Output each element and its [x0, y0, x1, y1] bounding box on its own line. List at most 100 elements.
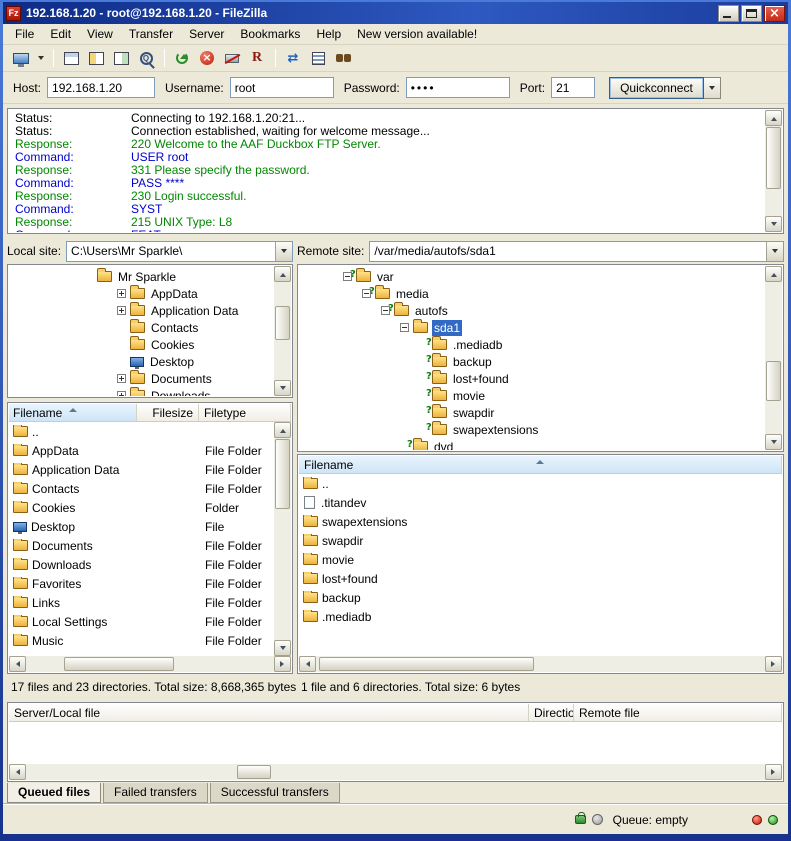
- expand-icon[interactable]: [117, 306, 126, 315]
- local-site-combo[interactable]: C:\Users\Mr Sparkle\: [66, 241, 293, 262]
- collapse-icon[interactable]: [400, 323, 409, 332]
- tree-item[interactable]: movie: [299, 387, 765, 404]
- menu-new-version[interactable]: New version available!: [349, 24, 485, 44]
- file-row[interactable]: DownloadsFile Folder: [9, 555, 274, 574]
- scrollbar-thumb[interactable]: [766, 361, 781, 401]
- port-input[interactable]: 21: [551, 77, 595, 98]
- file-row[interactable]: DocumentsFile Folder: [9, 536, 274, 555]
- scrollbar-thumb[interactable]: [766, 127, 781, 189]
- file-row[interactable]: ContactsFile Folder: [9, 479, 274, 498]
- site-manager-button[interactable]: [9, 47, 33, 69]
- host-input[interactable]: 192.168.1.20: [47, 77, 155, 98]
- log-vertical-scrollbar[interactable]: [765, 110, 782, 232]
- menu-help[interactable]: Help: [308, 24, 349, 44]
- cancel-button[interactable]: [195, 47, 219, 69]
- remote-tree-toggle-button[interactable]: [109, 47, 133, 69]
- tree-item[interactable]: swapdir: [299, 404, 765, 421]
- tab-failed-transfers[interactable]: Failed transfers: [103, 783, 208, 803]
- column-header-server-local-file[interactable]: Server/Local file: [9, 704, 529, 721]
- tree-item[interactable]: swapextensions: [299, 421, 765, 438]
- scroll-up-button[interactable]: [274, 266, 291, 282]
- column-header-filename[interactable]: Filename: [299, 456, 782, 473]
- file-row[interactable]: ..: [9, 422, 274, 441]
- maximize-button[interactable]: [741, 5, 762, 22]
- file-row[interactable]: .mediadb: [299, 607, 765, 626]
- column-header-filetype[interactable]: Filetype: [199, 404, 291, 421]
- scroll-down-button[interactable]: [765, 434, 782, 450]
- column-header-filename[interactable]: Filename: [9, 404, 137, 421]
- column-header-filesize[interactable]: Filesize: [137, 404, 199, 421]
- scrollbar-thumb[interactable]: [275, 439, 290, 509]
- file-row[interactable]: LinksFile Folder: [9, 593, 274, 612]
- tree-item[interactable]: sda1: [299, 319, 765, 336]
- file-row[interactable]: ..: [299, 474, 765, 493]
- file-row[interactable]: DesktopFile: [9, 517, 274, 536]
- find-files-button[interactable]: [331, 47, 355, 69]
- queue-view-toggle-button[interactable]: [134, 47, 158, 69]
- menu-edit[interactable]: Edit: [42, 24, 79, 44]
- file-row[interactable]: MusicFile Folder: [9, 631, 274, 650]
- tree-item[interactable]: Desktop: [9, 353, 274, 370]
- scroll-left-button[interactable]: [299, 656, 316, 672]
- tab-successful-transfers[interactable]: Successful transfers: [210, 783, 340, 803]
- file-row[interactable]: .titandev: [299, 493, 765, 512]
- tree-item[interactable]: autofs: [299, 302, 765, 319]
- file-row[interactable]: movie: [299, 550, 765, 569]
- menu-view[interactable]: View: [79, 24, 121, 44]
- expand-icon[interactable]: [117, 374, 126, 383]
- tree-item[interactable]: Application Data: [9, 302, 274, 319]
- local-list-vertical-scrollbar[interactable]: [274, 422, 291, 656]
- file-row[interactable]: Local SettingsFile Folder: [9, 612, 274, 631]
- file-row[interactable]: CookiesFolder: [9, 498, 274, 517]
- scroll-right-button[interactable]: [274, 656, 291, 672]
- secure-connection-icon[interactable]: [575, 815, 586, 824]
- refresh-button[interactable]: [170, 47, 194, 69]
- scroll-down-button[interactable]: [274, 640, 291, 656]
- reconnect-button[interactable]: [245, 47, 269, 69]
- tree-item[interactable]: Cookies: [9, 336, 274, 353]
- title-bar[interactable]: Fz 192.168.1.20 - root@192.168.1.20 - Fi…: [3, 2, 788, 24]
- scroll-left-button[interactable]: [9, 656, 26, 672]
- quickconnect-button[interactable]: Quickconnect: [609, 77, 704, 99]
- tree-item[interactable]: lost+found: [299, 370, 765, 387]
- remote-list-horizontal-scrollbar[interactable]: [299, 656, 782, 672]
- password-input[interactable]: ••••: [406, 77, 510, 98]
- site-manager-dropdown[interactable]: [34, 47, 47, 69]
- scroll-left-button[interactable]: [9, 764, 26, 780]
- file-row[interactable]: swapextensions: [299, 512, 765, 531]
- local-list-horizontal-scrollbar[interactable]: [9, 656, 291, 672]
- local-tree-toggle-button[interactable]: [84, 47, 108, 69]
- scrollbar-thumb[interactable]: [64, 657, 174, 671]
- tree-item[interactable]: Contacts: [9, 319, 274, 336]
- column-header-remote-file[interactable]: Remote file: [574, 704, 782, 721]
- expand-icon[interactable]: [117, 289, 126, 298]
- menu-file[interactable]: File: [7, 24, 42, 44]
- scrollbar-thumb[interactable]: [319, 657, 534, 671]
- scroll-up-button[interactable]: [765, 110, 782, 126]
- column-header-direction[interactable]: Direction: [529, 704, 574, 721]
- remote-tree-scrollbar[interactable]: [765, 266, 782, 450]
- queue-horizontal-scrollbar[interactable]: [9, 764, 782, 780]
- file-row[interactable]: backup: [299, 588, 765, 607]
- tree-item[interactable]: backup: [299, 353, 765, 370]
- file-row[interactable]: AppDataFile Folder: [9, 441, 274, 460]
- file-row[interactable]: swapdir: [299, 531, 765, 550]
- tree-item[interactable]: Mr Sparkle: [9, 268, 274, 285]
- tab-queued-files[interactable]: Queued files: [7, 783, 101, 803]
- menu-server[interactable]: Server: [181, 24, 232, 44]
- remote-site-combo[interactable]: /var/media/autofs/sda1: [369, 241, 784, 262]
- expand-icon[interactable]: [117, 391, 126, 396]
- scroll-down-button[interactable]: [274, 380, 291, 396]
- scroll-up-button[interactable]: [274, 422, 291, 438]
- scroll-right-button[interactable]: [765, 764, 782, 780]
- tree-item[interactable]: dvd: [299, 438, 765, 450]
- tree-item[interactable]: media: [299, 285, 765, 302]
- scroll-right-button[interactable]: [765, 656, 782, 672]
- tree-item[interactable]: Documents: [9, 370, 274, 387]
- minimize-button[interactable]: [718, 5, 739, 22]
- tree-item[interactable]: var: [299, 268, 765, 285]
- scroll-up-button[interactable]: [765, 266, 782, 282]
- file-row[interactable]: Application DataFile Folder: [9, 460, 274, 479]
- speed-limit-icon[interactable]: [592, 814, 603, 825]
- scrollbar-thumb[interactable]: [275, 306, 290, 340]
